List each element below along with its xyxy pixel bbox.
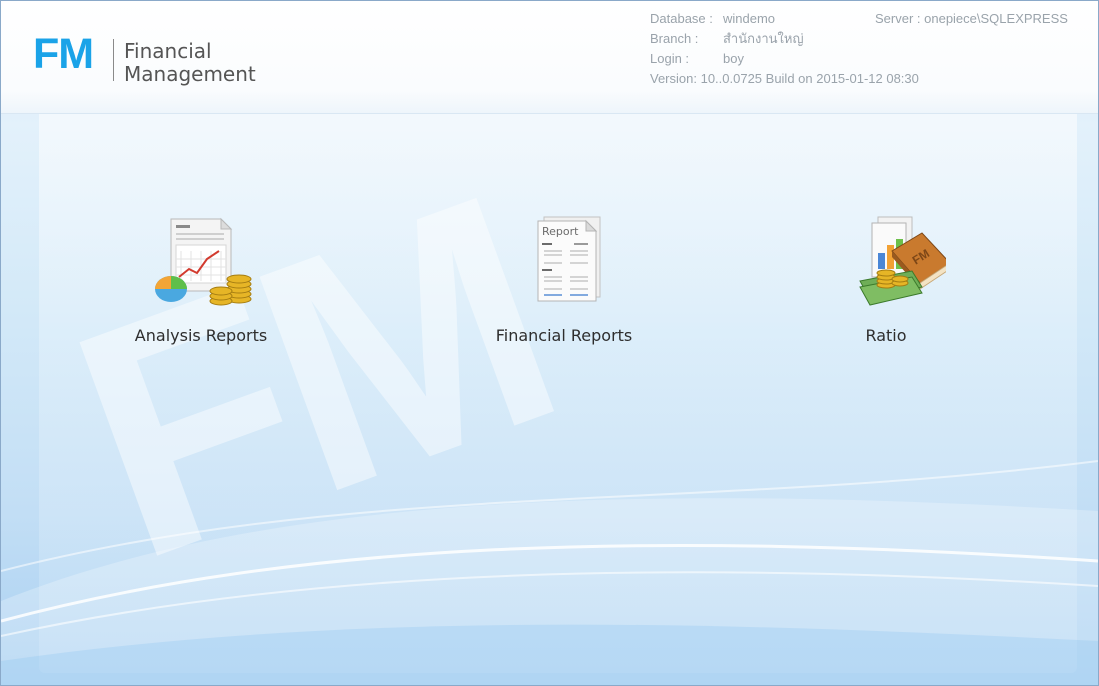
database-value: windemo <box>723 11 776 26</box>
login-row: Login : boy <box>650 49 919 69</box>
report-icon-text: Report <box>542 225 579 238</box>
background-swoosh <box>1 460 1098 685</box>
login-value: boy <box>723 51 744 66</box>
branch-row: Branch : สำนักงานใหญ่ <box>650 29 919 49</box>
logo-divider <box>113 39 114 81</box>
analysis-report-icon <box>141 211 261 311</box>
database-label: Database : <box>650 11 713 26</box>
financial-reports-button[interactable]: Report Financial Reports <box>464 211 664 361</box>
financial-report-icon: Report <box>504 211 624 311</box>
logo-text: Financial Management <box>124 40 256 86</box>
server-info: Server : onepiece\SQLEXPRESS <box>875 11 1068 26</box>
ratio-book-icon: FM <box>826 211 951 311</box>
app-window: FM Financial Management Database : windem… <box>0 0 1099 686</box>
ratio-button[interactable]: FM Ratio <box>786 211 986 361</box>
logo-line-management: Management <box>124 62 256 86</box>
version-info: Version: 10..0.0725 Build on 2015-01-12 … <box>650 71 919 86</box>
login-label: Login : <box>650 51 690 66</box>
analysis-reports-label: Analysis Reports <box>134 326 268 345</box>
branch-value: สำนักงานใหญ่ <box>723 31 804 46</box>
logo-line-financial: Financial <box>124 39 212 63</box>
header-bar: FM Financial Management Database : windem… <box>1 1 1098 114</box>
analysis-reports-button[interactable]: Analysis Reports <box>101 211 301 361</box>
financial-reports-label: Financial Reports <box>495 326 633 345</box>
logo-mark: FM <box>33 30 94 78</box>
ratio-label: Ratio <box>865 326 907 345</box>
branch-label: Branch : <box>650 31 699 46</box>
